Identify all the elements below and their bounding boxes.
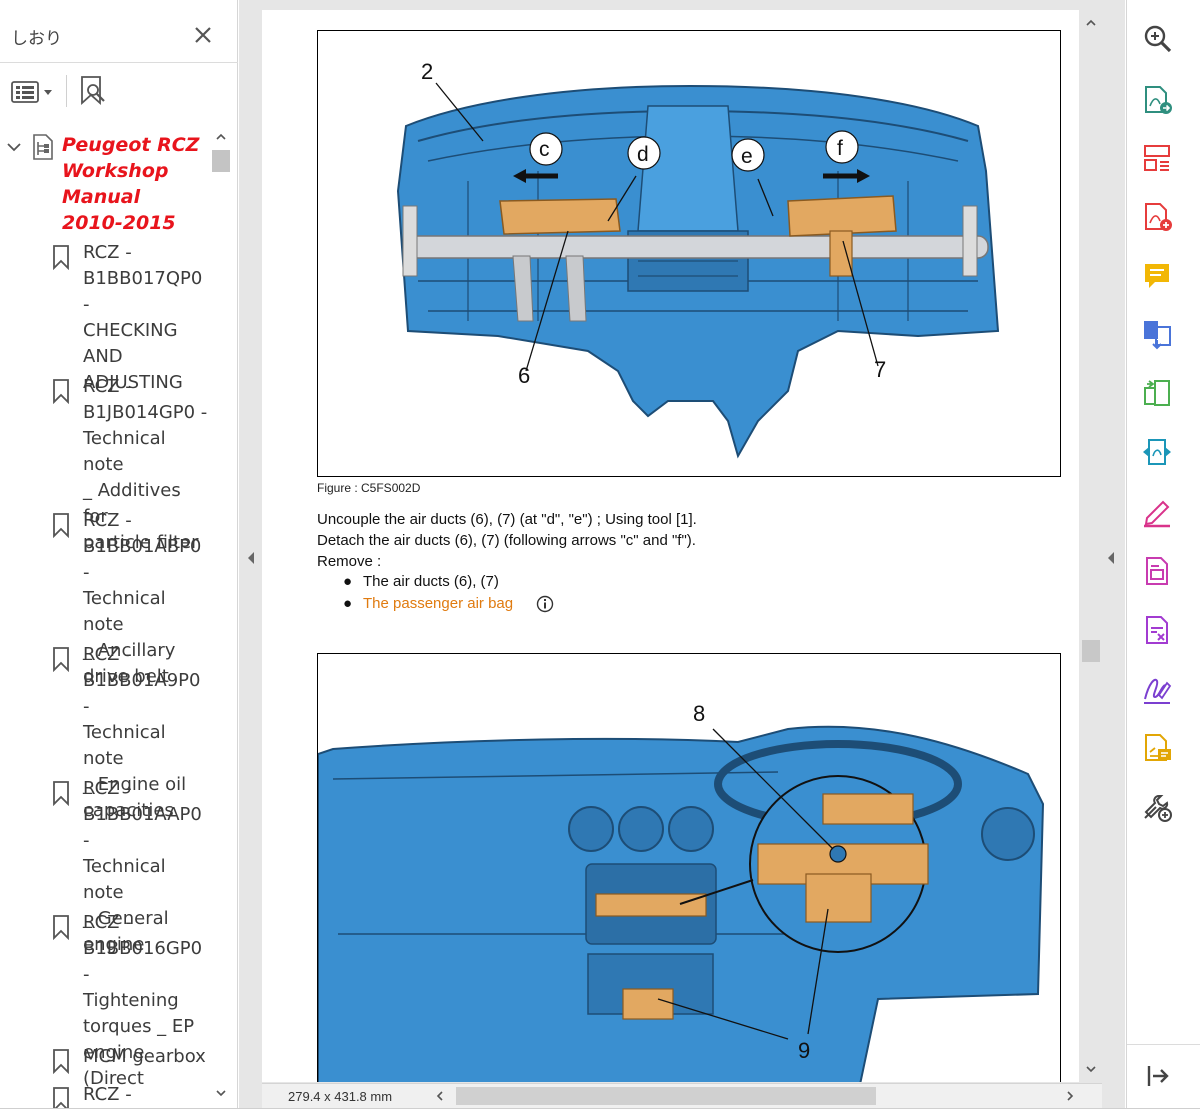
chevron-right-icon[interactable] [1064, 1090, 1076, 1102]
bookmark-root-label: Peugeot RCZ Workshop Manual 2010-2015 [62, 134, 200, 234]
zoom-icon[interactable] [1141, 22, 1173, 54]
instruction-line: Uncouple the air ducts (6), (7) (at "d",… [317, 511, 697, 528]
bookmarks-scrollbar[interactable] [210, 128, 232, 1108]
bullet-text: The air ducts (6), (7) [363, 573, 499, 590]
bookmark-icon [53, 915, 69, 940]
collapse-left-panel-icon[interactable] [245, 550, 257, 566]
instruction-line: Detach the air ducts (6), (7) (following… [317, 532, 696, 549]
combine-files-icon[interactable] [1141, 318, 1173, 350]
bookmark-icon [53, 245, 69, 270]
more-tools-icon[interactable] [1141, 791, 1173, 823]
info-icon[interactable] [536, 595, 554, 613]
chevron-down-icon[interactable] [214, 1086, 228, 1100]
window-bottom-edge [0, 1108, 1200, 1118]
document-tree-icon [33, 134, 53, 160]
figure-caption: Figure : C5FS002D [317, 481, 421, 495]
compress-pdf-icon[interactable] [1141, 378, 1173, 410]
bookmark-icon [53, 781, 69, 806]
document-scrollbar[interactable] [1080, 10, 1102, 1082]
bookmark-icon [53, 1087, 69, 1108]
collapse-tools-panel-icon[interactable] [1141, 1060, 1173, 1092]
bullet-dot: ● [343, 573, 353, 590]
dashboard-illustration: 2 c d e f 6 7 [396, 59, 1000, 459]
bookmark-icon [53, 513, 69, 538]
chevron-down-icon[interactable] [1084, 1062, 1098, 1076]
bookmark-list: Peugeot RCZ Workshop Manual 2010-2015 RC… [0, 128, 210, 1108]
organize-pages-icon[interactable] [1141, 142, 1173, 174]
figure-dashboard-rear: 2 c d e f 6 7 [317, 30, 1061, 477]
callout-f: f [837, 137, 843, 160]
callout-7: 7 [874, 357, 886, 382]
instruction-line: Remove : [317, 553, 382, 570]
chevron-down-icon[interactable] [5, 138, 23, 156]
send-file-icon[interactable] [1141, 732, 1173, 764]
protect-pdf-icon[interactable] [1141, 614, 1173, 646]
scrollbar-thumb[interactable] [1082, 640, 1100, 662]
toolbar-divider [66, 75, 67, 107]
chevron-up-icon[interactable] [1084, 16, 1098, 30]
sign-icon[interactable] [1141, 673, 1173, 705]
send-for-review-icon[interactable] [1141, 436, 1173, 468]
tools-panel [1126, 0, 1200, 1108]
callout-8: 8 [693, 701, 705, 726]
create-pdf-icon[interactable] [1141, 201, 1173, 233]
collapse-right-panel-icon[interactable] [1105, 550, 1117, 566]
document-page: 2 c d e f 6 7 Figure : C5FS002D Uncouple… [262, 10, 1079, 1082]
bookmark-options-icon[interactable] [10, 79, 56, 105]
chevron-up-icon[interactable] [214, 130, 228, 144]
figure-dashboard-front: 8 9 [317, 653, 1061, 1082]
chevron-left-icon[interactable] [434, 1090, 446, 1102]
fill-sign-icon[interactable] [1141, 496, 1173, 528]
bookmark-icon [53, 1049, 69, 1074]
bookmarks-toolbar [0, 62, 238, 118]
bullet-dot: ● [343, 595, 353, 612]
bookmarks-title: しおり [11, 29, 62, 49]
bookmark-icon [53, 647, 69, 672]
close-icon[interactable] [190, 22, 216, 48]
edit-pdf-icon[interactable] [1141, 555, 1173, 587]
status-bar: 279.4 x 431.8 mm [262, 1083, 1102, 1108]
bookmark-label: RCZ - [83, 1084, 132, 1105]
bookmark-label: RCZ - B1BB017QP0 - CHECKING AND ADJUSTIN… [83, 242, 203, 393]
export-pdf-icon[interactable] [1141, 84, 1173, 116]
bookmark-icon [53, 379, 69, 404]
callout-6: 6 [518, 363, 530, 388]
callout-2: 2 [421, 59, 433, 84]
bookmark-root[interactable]: Peugeot RCZ Workshop Manual 2010-2015 [0, 128, 210, 238]
callout-9: 9 [798, 1038, 810, 1063]
callout-c: c [539, 138, 550, 161]
scrollbar-thumb[interactable] [212, 150, 230, 172]
document-viewer: 2 c d e f 6 7 Figure : C5FS002D Uncouple… [239, 0, 1125, 1108]
bookmark-label: MCM gearbox [83, 1046, 206, 1067]
find-bookmark-icon[interactable] [78, 75, 108, 107]
horizontal-scrollbar-thumb[interactable] [456, 1087, 876, 1105]
page-size-label: 279.4 x 431.8 mm [288, 1089, 393, 1104]
bookmarks-header: しおり [0, 0, 238, 62]
dashboard-front-illustration: 8 9 [318, 701, 1045, 1082]
callout-d: d [637, 143, 649, 166]
comment-icon[interactable] [1141, 260, 1173, 292]
tools-divider [1127, 1044, 1200, 1045]
bookmarks-panel: しおり Peugeot RCZ Workshop Manual 2010-201… [0, 0, 238, 1108]
passenger-air-bag-link[interactable]: The passenger air bag [363, 594, 513, 614]
callout-e: e [741, 145, 753, 168]
